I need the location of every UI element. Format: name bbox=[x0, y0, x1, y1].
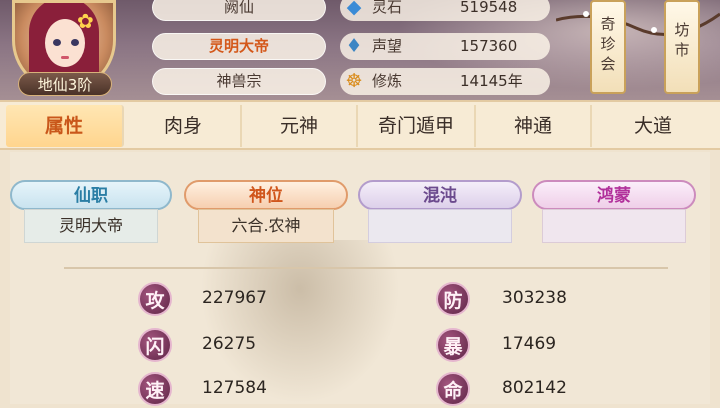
resource-label: 灵石 bbox=[372, 0, 403, 16]
cultivation-icon: ☸ bbox=[345, 70, 363, 92]
rank-badge: 地仙3阶 bbox=[18, 72, 112, 96]
tab-abilities[interactable]: 神通 bbox=[476, 105, 592, 147]
attack-value: 227967 bbox=[202, 288, 267, 308]
dodge-icon: 闪 bbox=[138, 328, 172, 362]
health-icon: 命 bbox=[436, 372, 470, 406]
tab-qimen[interactable]: 奇门遁甲 bbox=[358, 105, 476, 147]
player-name: 阙仙 bbox=[152, 0, 326, 21]
tab-dao[interactable]: 大道 bbox=[592, 105, 714, 147]
tab-bar: 属性 肉身 元神 奇门遁甲 神通 大道 bbox=[0, 100, 720, 150]
health-value: 802142 bbox=[502, 378, 567, 398]
resource-cultivation: ☸ 修炼 14145年 bbox=[340, 68, 550, 95]
avatar-eye-right bbox=[71, 39, 79, 46]
treasure-fair-char: 珍 bbox=[600, 35, 616, 53]
resource-spirit-stone: ◆ 灵石 519548 bbox=[340, 0, 550, 21]
spirit-stone-icon: ◆ bbox=[346, 0, 362, 18]
market-button[interactable]: 坊 市 bbox=[664, 0, 700, 94]
tab-spirit[interactable]: 元神 bbox=[242, 105, 358, 147]
avatar-mouth bbox=[61, 56, 69, 59]
tab-body[interactable]: 肉身 bbox=[126, 105, 242, 147]
treasure-fair-button[interactable]: 奇 珍 会 bbox=[590, 0, 626, 94]
resource-value: 519548 bbox=[460, 0, 518, 16]
resource-label: 修炼 bbox=[372, 72, 403, 90]
player-title: 灵明大帝 bbox=[152, 33, 326, 60]
tab-attributes[interactable]: 属性 bbox=[6, 105, 124, 147]
title-chaos-value[interactable] bbox=[368, 209, 512, 243]
title-hongmeng-label[interactable]: 鸿蒙 bbox=[532, 180, 696, 210]
prestige-icon: ♦ bbox=[345, 35, 363, 57]
defense-value: 303238 bbox=[502, 288, 567, 308]
crit-value: 17469 bbox=[502, 334, 557, 354]
speed-value: 127584 bbox=[202, 378, 267, 398]
speed-icon: 速 bbox=[138, 372, 172, 406]
resource-label: 声望 bbox=[372, 37, 403, 55]
treasure-fair-char: 会 bbox=[600, 55, 616, 73]
title-divine-seat-value[interactable]: 六合.农神 bbox=[198, 209, 334, 243]
treasure-fair-char: 奇 bbox=[600, 15, 616, 33]
attack-icon: 攻 bbox=[138, 282, 172, 316]
resource-value: 157360 bbox=[460, 37, 518, 55]
divider bbox=[64, 267, 668, 269]
dodge-value: 26275 bbox=[202, 334, 257, 354]
market-char: 坊 bbox=[674, 21, 690, 39]
title-divine-seat-label[interactable]: 神位 bbox=[184, 180, 348, 210]
defense-icon: 防 bbox=[436, 282, 470, 316]
title-chaos-label[interactable]: 混沌 bbox=[358, 180, 522, 210]
title-immortal-rank-label[interactable]: 仙职 bbox=[10, 180, 172, 210]
market-char: 市 bbox=[674, 41, 690, 59]
title-hongmeng-value[interactable] bbox=[542, 209, 686, 243]
avatar-eye-left bbox=[53, 39, 61, 46]
flower-icon: ✿ bbox=[77, 9, 94, 33]
player-sect: 神兽宗 bbox=[152, 68, 326, 95]
resource-value: 14145年 bbox=[460, 72, 523, 90]
title-immortal-rank-value[interactable]: 灵明大帝 bbox=[24, 209, 158, 243]
crit-icon: 暴 bbox=[436, 328, 470, 362]
resource-prestige: ♦ 声望 157360 bbox=[340, 33, 550, 60]
